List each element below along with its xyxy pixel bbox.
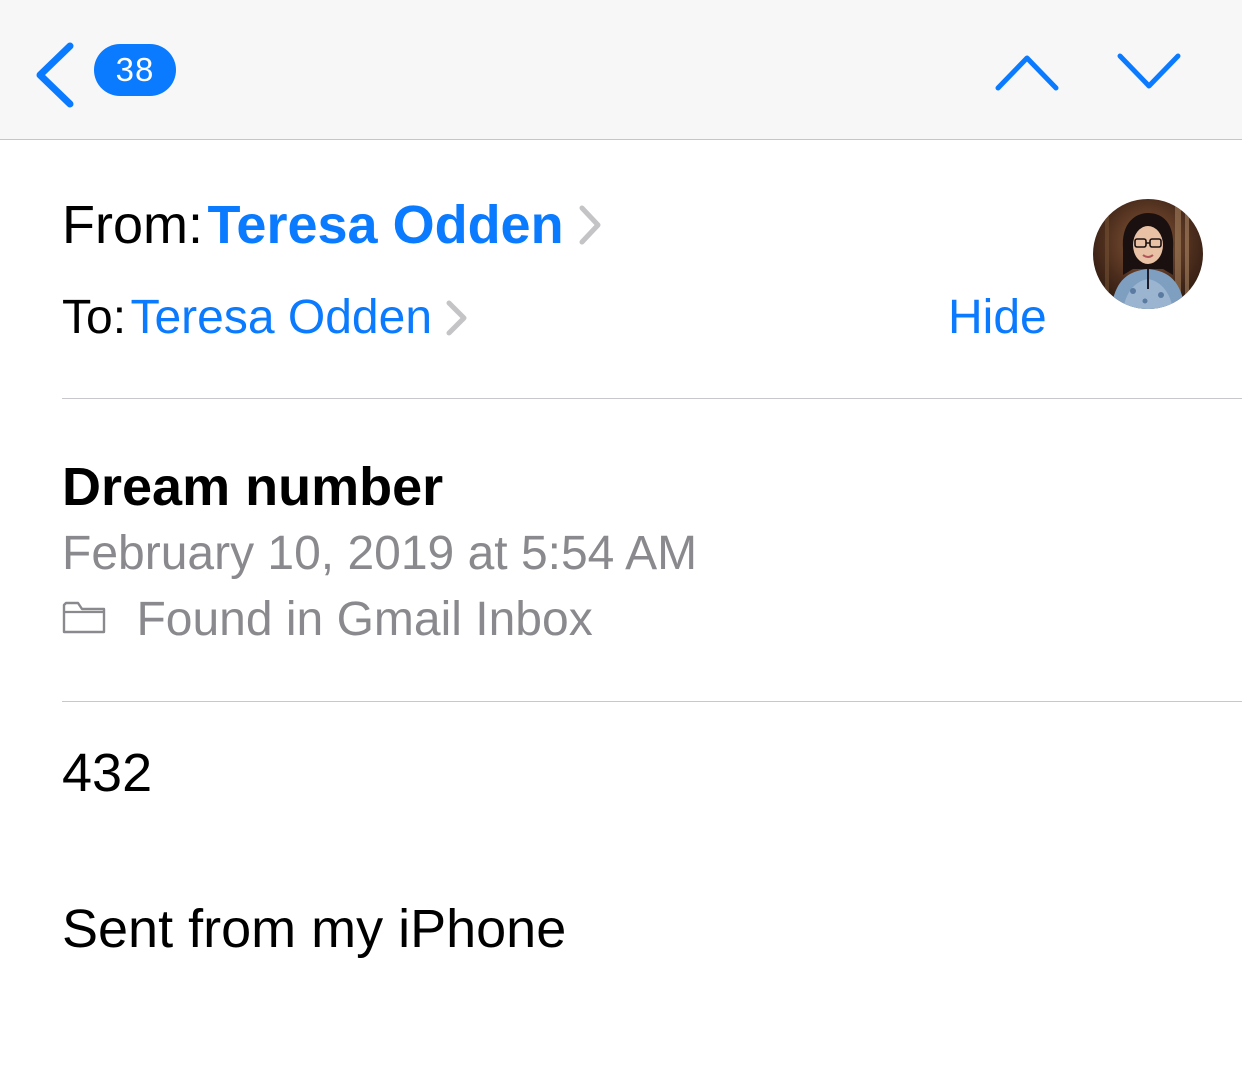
chevron-left-icon [36, 42, 74, 108]
unread-count-badge: 38 [94, 44, 176, 96]
chevron-down-icon[interactable] [1114, 48, 1184, 94]
from-label: From: [62, 195, 203, 255]
sender-name-link[interactable]: Teresa Odden [207, 195, 563, 255]
back-to-inbox-button[interactable]: 38 [32, 36, 182, 112]
folder-icon [62, 601, 106, 634]
to-row: To: Teresa Odden [62, 288, 470, 348]
mail-message-view: 38 From: Teresa Odden To: Teresa Odden H… [0, 0, 1242, 1070]
hide-details-button[interactable]: Hide [948, 288, 1047, 348]
avatar-photo [1093, 199, 1203, 309]
chevron-up-icon[interactable] [992, 48, 1062, 94]
recipient-name-link[interactable]: Teresa Odden [130, 291, 432, 344]
chevron-right-icon [446, 300, 467, 336]
body-divider [62, 701, 1242, 702]
header-divider [62, 398, 1242, 399]
body-text-line: 432 [62, 743, 153, 803]
message-date: February 10, 2019 at 5:54 AM [62, 527, 698, 580]
message-subject: Dream number [62, 457, 444, 517]
signature-text: Sent from my iPhone [62, 899, 567, 959]
mailbox-location-text: Found in Gmail Inbox [136, 593, 593, 646]
to-label: To: [62, 291, 127, 344]
from-row: From: Teresa Odden [62, 192, 604, 258]
mailbox-location[interactable]: Found in Gmail Inbox [62, 590, 593, 650]
navigation-bar: 38 [0, 0, 1242, 140]
sender-avatar[interactable] [1093, 199, 1203, 309]
chevron-right-icon [579, 205, 601, 245]
